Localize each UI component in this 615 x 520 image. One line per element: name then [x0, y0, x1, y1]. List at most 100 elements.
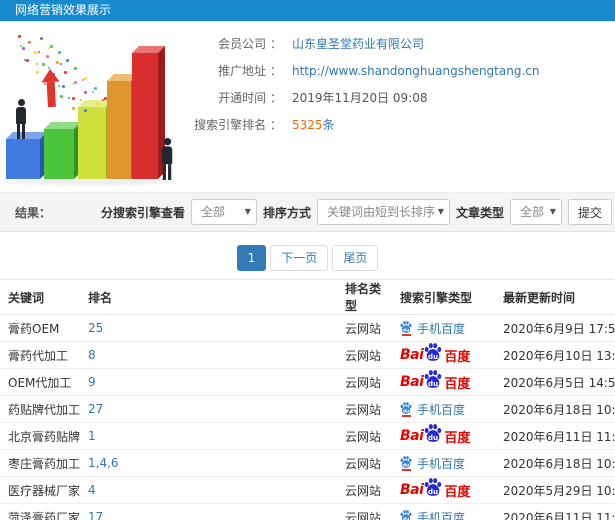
ranking-count-link[interactable]: 5325条 — [292, 118, 335, 132]
engine-cell: Bai du 百度 — [392, 476, 495, 504]
updated-cell: 2020年6月11日 11:18 — [495, 422, 615, 450]
header-keyword: 关键词 — [0, 279, 80, 315]
growth-arrow-icon — [40, 68, 61, 110]
info-field-value: 2019年11月20日 09:08 — [292, 91, 428, 105]
updated-cell: 2020年6月10日 13:40 — [495, 341, 615, 369]
rank-type-cell: 云网站 — [337, 449, 392, 477]
confetti-dots-small — [18, 39, 20, 41]
confetti-dots — [14, 33, 17, 36]
next-page-button[interactable]: 下一页 — [270, 245, 329, 271]
mobile-baidu-logo: du 手机百度 — [400, 401, 465, 418]
pagination: 1 下一页 尾页 — [0, 232, 615, 271]
keyword-cell: 膏药代加工 — [0, 341, 80, 369]
baidu-logo-cn-text: 百度 — [444, 376, 471, 392]
mobile-baidu-icon: du — [400, 320, 412, 336]
last-page-button[interactable]: 尾页 — [332, 245, 379, 271]
rank-type-cell: 云网站 — [337, 395, 392, 423]
updated-cell: 2020年6月5日 14:57 — [495, 368, 615, 396]
ranking-count-number: 5325 — [292, 118, 323, 132]
svg-text:du: du — [428, 486, 438, 495]
table-header-row: 关键词 排名 排名类型 搜索引擎类型 最新更新时间 — [0, 279, 615, 315]
marketing-growth-illustration — [4, 29, 182, 187]
info-field-label: 会员公司 ： — [218, 37, 282, 51]
info-field-value-link[interactable]: http://www.shandonghuangshengtang.cn — [292, 64, 539, 78]
info-field-label: 搜索引擎排名 ： — [194, 118, 282, 132]
article-type-filter-select[interactable]: 全部 ▼ — [509, 199, 562, 225]
engine-cell: du 手机百度 — [392, 503, 495, 520]
engine-cell: Bai du 百度 — [392, 422, 495, 450]
keyword-cell: 北京膏药贴牌 — [0, 422, 80, 450]
mobile-baidu-label: 手机百度 — [417, 321, 466, 336]
updated-cell: 2020年6月18日 10:25 — [495, 395, 615, 423]
rank-link[interactable]: 25 — [88, 321, 103, 335]
baidu-paw-icon: du — [425, 342, 442, 360]
baidu-logo-cn-text: 百度 — [444, 484, 471, 500]
engine-filter-value: 全部 — [200, 205, 225, 219]
rank-type-cell: 云网站 — [337, 341, 392, 369]
rank-cell: 4 — [80, 476, 337, 504]
keyword-cell: OEM代加工 — [0, 368, 80, 396]
table-row: 枣庄膏药加工 1,4,6 云网站 du 手机百度 2020年6月18日 10:19 — [0, 449, 615, 477]
mobile-baidu-label: 手机百度 — [417, 510, 466, 520]
mobile-baidu-icon: du — [400, 455, 412, 471]
rank-cell: 25 — [80, 314, 337, 342]
mobile-baidu-logo: du 手机百度 — [400, 455, 465, 472]
page-button-current[interactable]: 1 — [236, 245, 267, 271]
baidu-logo-bai-text: Bai — [400, 347, 424, 363]
table-row: OEM代加工 9 云网站 Bai du 百度 2020年6月5日 14:57 — [0, 368, 615, 396]
sort-filter-select[interactable]: 关键词由短到长排序 ▼ — [316, 199, 450, 225]
article-type-filter-value: 全部 — [519, 205, 544, 219]
updated-cell: 2020年5月29日 10:32 — [495, 476, 615, 504]
rank-type-cell: 云网站 — [337, 314, 392, 342]
baidu-logo: Bai du 百度 — [400, 342, 470, 366]
header-engine-type: 搜索引擎类型 — [392, 279, 495, 315]
baidu-logo: Bai du 百度 — [400, 477, 471, 501]
bar-chart-green-bar — [44, 129, 74, 179]
svg-text:du: du — [428, 378, 438, 387]
chevron-down-icon: ▼ — [244, 207, 251, 216]
rank-link[interactable]: 9 — [88, 375, 96, 389]
rank-link[interactable]: 1,4,6 — [88, 456, 119, 470]
baidu-paw-icon: du — [425, 477, 442, 495]
mobile-baidu-icon-underline — [401, 414, 411, 417]
mobile-baidu-logo: du 手机百度 — [400, 509, 465, 520]
info-field-row: 搜索引擎排名 ： 5325条 — [180, 112, 539, 139]
sort-filter-value: 关键词由短到长排序 — [326, 205, 435, 219]
member-info-fields: 会员公司 ： 山东皇圣堂药业有限公司 推广地址 ： http://www.shando… — [180, 31, 539, 139]
baidu-paw-icon: du — [400, 455, 412, 468]
svg-text:du: du — [428, 351, 438, 360]
baidu-logo-cn-text: 百度 — [444, 430, 471, 446]
baidu-logo-bai-text: Bai — [400, 428, 424, 444]
sort-filter-label: 排序方式 — [262, 205, 311, 220]
rank-type-cell: 云网站 — [337, 422, 392, 450]
app-title-bar: 网络营销效果展示 — [0, 0, 615, 21]
info-field-row: 会员公司 ： 山东皇圣堂药业有限公司 — [180, 31, 539, 58]
keyword-cell: 膏药OEM — [0, 314, 80, 342]
updated-cell: 2020年6月9日 17:50 — [495, 314, 615, 342]
baidu-paw-icon: du — [425, 369, 442, 387]
rank-link[interactable]: 8 — [88, 348, 96, 362]
rank-link[interactable]: 17 — [88, 510, 103, 520]
baidu-logo: Bai du 百度 — [400, 423, 471, 447]
engine-filter-select[interactable]: 全部 ▼ — [190, 199, 257, 225]
engine-cell: Bai du 百度 — [392, 341, 495, 369]
rank-type-cell: 云网站 — [337, 476, 392, 504]
rank-cell: 1,4,6 — [80, 449, 337, 477]
chevron-down-icon: ▼ — [549, 207, 556, 216]
rank-link[interactable]: 4 — [88, 483, 96, 497]
engine-cell: du 手机百度 — [392, 314, 495, 342]
engine-cell: du 手机百度 — [392, 449, 495, 477]
info-field-value-link[interactable]: 山东皇圣堂药业有限公司 — [292, 37, 424, 51]
table-row: 膏药OEM 25 云网站 du 手机百度 2020年6月9日 17:50 — [0, 314, 615, 342]
submit-button[interactable]: 提交 — [567, 199, 612, 225]
header-updated: 最新更新时间 — [495, 279, 615, 315]
rank-link[interactable]: 1 — [88, 429, 96, 443]
engine-cell: Bai du 百度 — [392, 368, 495, 396]
bar-chart-yellow-bar — [78, 107, 106, 179]
member-info-section: 会员公司 ： 山东皇圣堂药业有限公司 推广地址 ： http://www.shando… — [0, 21, 615, 192]
mobile-baidu-icon: du — [400, 401, 412, 417]
rank-link[interactable]: 27 — [88, 402, 103, 416]
updated-cell: 2020年6月18日 10:19 — [495, 449, 615, 477]
rank-type-cell: 云网站 — [337, 368, 392, 396]
baidu-logo-bai-text: Bai — [400, 374, 424, 390]
